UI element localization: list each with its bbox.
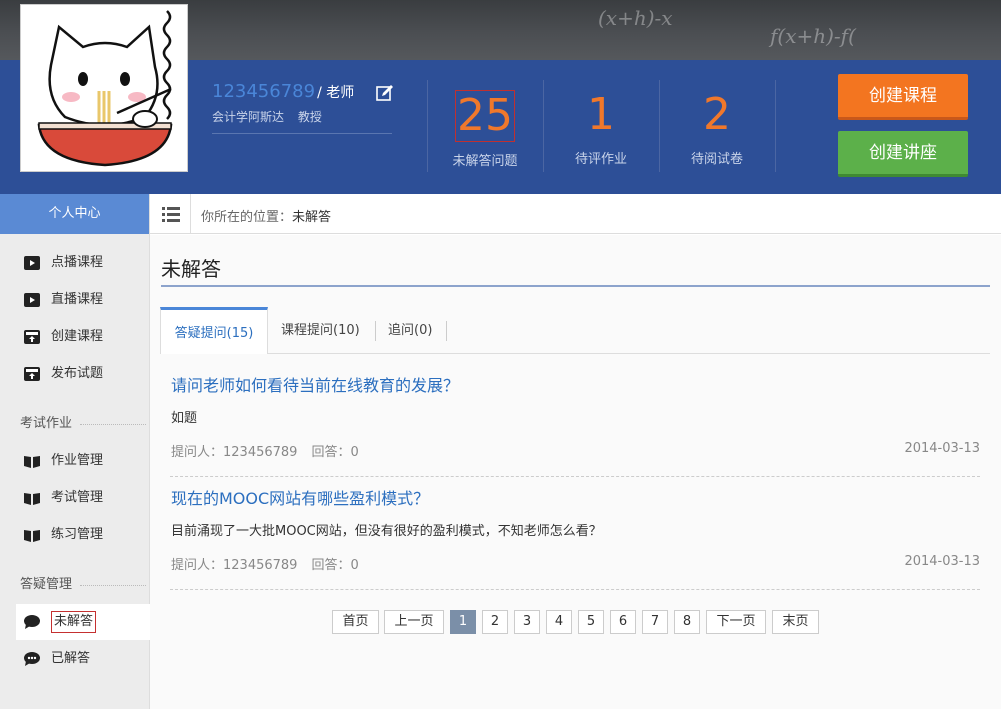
page-last-button[interactable]: 末页 bbox=[772, 610, 819, 634]
page-prev-button[interactable]: 上一页 bbox=[384, 610, 444, 634]
page-first-button[interactable]: 首页 bbox=[332, 610, 379, 634]
chalk-math-1: (x+h)-x bbox=[598, 6, 673, 30]
user-school: 会计学阿斯达 bbox=[212, 110, 285, 124]
page-button-4[interactable]: 4 bbox=[546, 610, 572, 634]
stat-unanswered-label: 未解答问题 bbox=[452, 154, 518, 169]
upload-box-icon bbox=[24, 330, 40, 344]
stat-unanswered-value: 25 bbox=[455, 90, 515, 142]
stat-pending-homework-label: 待评作业 bbox=[574, 152, 627, 167]
stat-pending-homework[interactable]: 1 待评作业 bbox=[543, 80, 659, 172]
sidebar-item-vod-courses[interactable]: 点播课程 bbox=[0, 245, 150, 281]
sidebar-item-create-course[interactable]: 创建课程 bbox=[0, 319, 150, 355]
user-role: / 老师 bbox=[317, 85, 355, 101]
question-item: 现在的MOOC网站有哪些盈利模式？ 目前涌现了一大批MOOC网站，但没有很好的盈… bbox=[170, 477, 980, 590]
page-button-7[interactable]: 7 bbox=[642, 610, 668, 634]
user-title: 教授 bbox=[297, 110, 322, 124]
create-course-button[interactable]: 创建课程 bbox=[838, 74, 968, 120]
stat-pending-exams-label: 待阅试卷 bbox=[690, 152, 743, 167]
breadcrumb-bar: 你所在的位置：未解答 bbox=[150, 194, 1001, 234]
question-item: 请问老师如何看待当前在线教育的发展？ 如题 提问人：123456789 回答：0 … bbox=[170, 364, 980, 477]
sidebar-item-live-courses[interactable]: 直播课程 bbox=[0, 282, 150, 318]
question-asker: 提问人：123456789 bbox=[171, 445, 298, 460]
sidebar-item-unanswered[interactable]: 未解答 bbox=[16, 604, 151, 640]
avatar-cat-illustration bbox=[21, 5, 187, 171]
book-icon bbox=[24, 456, 40, 468]
main-content: 未解答 答疑提问(15) 课程提问(10) 追问(0) 请问老师如何看待当前在线… bbox=[150, 235, 1001, 709]
breadcrumb-current: 未解答 bbox=[292, 210, 332, 225]
edit-icon[interactable] bbox=[376, 84, 394, 102]
page-button-1[interactable]: 1 bbox=[450, 610, 476, 634]
sidebar-header[interactable]: 个人中心 bbox=[0, 194, 149, 234]
comment-icon bbox=[24, 615, 40, 629]
video-icon bbox=[24, 293, 40, 307]
stat-pending-homework-value: 1 bbox=[587, 89, 615, 140]
sidebar-group-exam: 考试作业 bbox=[20, 415, 146, 433]
sidebar-item-label: 考试管理 bbox=[51, 490, 104, 505]
question-answer-count: 回答：0 bbox=[311, 558, 359, 573]
sidebar-item-exams[interactable]: 考试管理 bbox=[0, 480, 150, 516]
avatar[interactable] bbox=[20, 4, 188, 172]
book-icon bbox=[24, 530, 40, 542]
page-button-5[interactable]: 5 bbox=[578, 610, 604, 634]
user-name: 123456789 bbox=[212, 81, 316, 102]
create-lecture-button[interactable]: 创建讲座 bbox=[838, 131, 968, 177]
page-button-8[interactable]: 8 bbox=[674, 610, 700, 634]
sidebar-item-label: 未解答 bbox=[51, 611, 97, 633]
sidebar-item-label: 创建课程 bbox=[51, 329, 104, 344]
sidebar-item-publish-questions[interactable]: 发布试题 bbox=[0, 356, 150, 392]
sidebar-item-homework[interactable]: 作业管理 bbox=[0, 443, 150, 479]
question-date: 2014-03-13 bbox=[904, 554, 980, 569]
breadcrumb-prefix: 你所在的位置： bbox=[201, 210, 293, 225]
question-answer-count: 回答：0 bbox=[311, 445, 359, 460]
stat-pending-exams[interactable]: 2 待阅试卷 bbox=[659, 80, 775, 172]
profile-header: (x+h)-x f(x+h)-f(123456789 / 老师 会计学阿斯达 … bbox=[0, 0, 1001, 194]
question-tabs: 答疑提问(15) 课程提问(10) 追问(0) bbox=[160, 307, 990, 354]
upload-box-icon bbox=[24, 367, 40, 381]
question-title[interactable]: 请问老师如何看待当前在线教育的发展？ bbox=[171, 372, 459, 396]
stat-pending-exams-value: 2 bbox=[703, 89, 731, 140]
video-icon bbox=[24, 256, 40, 270]
tab-qa-questions[interactable]: 答疑提问(15) bbox=[160, 307, 268, 354]
sidebar-item-label: 直播课程 bbox=[51, 292, 104, 307]
page-next-button[interactable]: 下一页 bbox=[706, 610, 766, 634]
user-info: 123456789 / 老师 会计学阿斯达 教授 bbox=[212, 81, 394, 134]
sidebar-item-label: 已解答 bbox=[51, 651, 91, 666]
stat-unanswered[interactable]: 25 未解答问题 bbox=[427, 80, 543, 172]
question-date: 2014-03-13 bbox=[904, 441, 980, 456]
sidebar-item-practice[interactable]: 练习管理 bbox=[0, 517, 150, 553]
title-underline bbox=[161, 285, 990, 287]
page-button-6[interactable]: 6 bbox=[610, 610, 636, 634]
tab-course-questions[interactable]: 课程提问(10) bbox=[281, 317, 360, 345]
page-button-2[interactable]: 2 bbox=[482, 610, 508, 634]
question-body: 目前涌现了一大批MOOC网站，但没有很好的盈利模式，不知老师怎么看？ bbox=[171, 524, 602, 539]
question-body: 如题 bbox=[171, 411, 198, 426]
sidebar-item-label: 练习管理 bbox=[51, 527, 104, 542]
tab-follow-ups[interactable]: 追问(0) bbox=[388, 317, 432, 345]
sidebar-item-answered[interactable]: 已解答 bbox=[0, 641, 150, 677]
sidebar-item-label: 作业管理 bbox=[51, 453, 104, 468]
comments-icon bbox=[24, 652, 40, 666]
book-icon bbox=[24, 493, 40, 505]
question-asker: 提问人：123456789 bbox=[171, 558, 298, 573]
page-button-3[interactable]: 3 bbox=[514, 610, 540, 634]
question-title[interactable]: 现在的MOOC网站有哪些盈利模式？ bbox=[171, 485, 429, 509]
page-title: 未解答 bbox=[161, 257, 221, 281]
list-icon[interactable] bbox=[162, 207, 180, 222]
sidebar-group-qa: 答疑管理 bbox=[20, 576, 146, 594]
sidebar-item-label: 发布试题 bbox=[51, 366, 104, 381]
chalk-math-2: f(x+h)-f( bbox=[770, 24, 856, 48]
sidebar: 个人中心 点播课程 直播课程 创建课程 发布试题 考试作业 作业管理 考试管理 … bbox=[0, 194, 151, 709]
sidebar-item-label: 点播课程 bbox=[51, 255, 104, 270]
breadcrumb: 你所在的位置：未解答 bbox=[201, 206, 331, 225]
